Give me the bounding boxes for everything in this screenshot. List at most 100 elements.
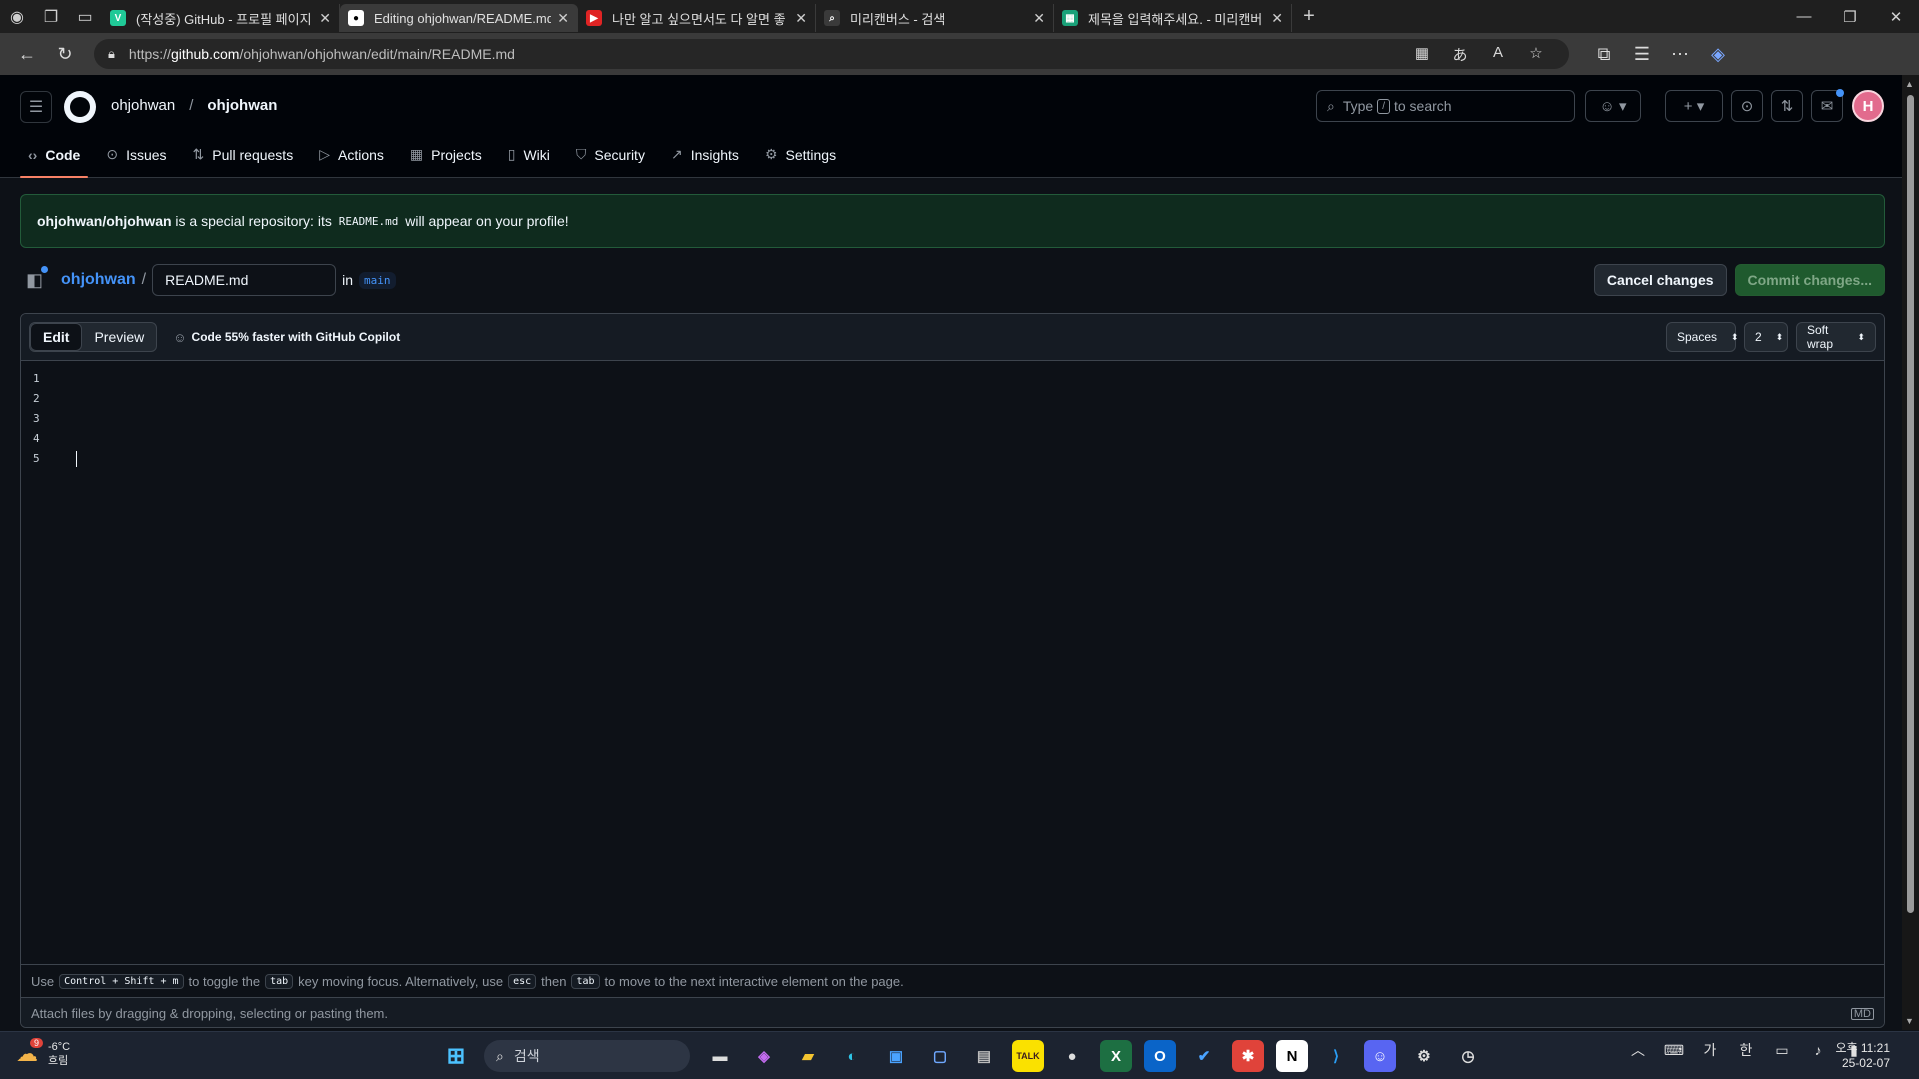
line-number: 1 xyxy=(33,372,40,385)
copilot-promo-link[interactable]: ☺ Code 55% faster with GitHub Copilot xyxy=(173,330,400,345)
wrap-mode-select[interactable]: Soft wrap ⬍ xyxy=(1796,322,1876,352)
app-icon-gray[interactable]: ▤ xyxy=(968,1040,1000,1072)
browser-tab[interactable]: ⌕ 미리캔버스 - 검색 ✕ xyxy=(816,4,1054,32)
tab-pull-requests[interactable]: ⇅ Pull requests xyxy=(185,131,302,178)
alien-app-icon[interactable]: ● xyxy=(1056,1040,1088,1072)
more-menu-icon[interactable]: ⋯ xyxy=(1661,44,1699,65)
profile-icon[interactable]: ◉ xyxy=(0,0,34,33)
code-editor: Edit Preview ☺ Code 55% faster with GitH… xyxy=(20,313,1885,1028)
search-input[interactable]: ⌕ Type / to search xyxy=(1316,90,1575,122)
tab-close-icon[interactable]: ✕ xyxy=(1033,10,1045,27)
browser-tab[interactable]: ▶ 나만 알고 싶으면서도 다 알면 좋 ✕ xyxy=(578,4,816,32)
store-icon[interactable]: ▣ xyxy=(880,1040,912,1072)
start-icon[interactable]: ⊞ xyxy=(440,1040,472,1072)
app-icon-blue[interactable]: ▢ xyxy=(924,1040,956,1072)
create-new-button[interactable]: + ▾ xyxy=(1665,90,1723,122)
cancel-changes-button[interactable]: Cancel changes xyxy=(1593,264,1727,296)
tab-settings[interactable]: ⚙ Settings xyxy=(757,131,844,178)
indent-size-select[interactable]: 2 ⬍ xyxy=(1744,322,1788,352)
tab-issues[interactable]: ⊙ Issues xyxy=(98,131,174,178)
owner-link[interactable]: ohjohwan xyxy=(111,97,175,114)
path-owner-link[interactable]: ohjohwan xyxy=(61,271,136,289)
file-tree-toggle-icon[interactable]: ◧ xyxy=(26,265,49,291)
hamburger-menu-icon[interactable]: ☰ xyxy=(20,91,52,123)
copilot-dropdown-button[interactable]: ☺ ▾ xyxy=(1585,90,1641,122)
vscode-icon[interactable]: ⟩ xyxy=(1320,1040,1352,1072)
task-view-icon[interactable]: ▬ xyxy=(704,1040,736,1072)
file-explorer-icon[interactable]: ▰ xyxy=(792,1040,824,1072)
new-tab-button[interactable]: + xyxy=(1292,0,1326,33)
weather-widget[interactable]: ☁ 9 -6°C 흐림 xyxy=(16,1038,70,1068)
excel-icon[interactable]: X xyxy=(1100,1040,1132,1072)
favorites-icon[interactable]: ☰ xyxy=(1623,44,1661,65)
browser-tab[interactable]: V (작성중) GitHub - 프로필 페이지 ✕ xyxy=(102,4,340,32)
tab-close-icon[interactable]: ✕ xyxy=(319,10,331,27)
steam-icon[interactable]: ⚙ xyxy=(1408,1040,1440,1072)
extensions-icon[interactable]: ⧉ xyxy=(1585,44,1623,65)
refresh-icon[interactable]: ↻ xyxy=(46,44,84,65)
actions-icon: ▷ xyxy=(319,146,330,162)
outlook-icon[interactable]: O xyxy=(1144,1040,1176,1072)
tab-actions-icon[interactable]: ▭ xyxy=(68,0,102,33)
app-icon-red[interactable]: ✱ xyxy=(1232,1040,1264,1072)
notion-icon[interactable]: N xyxy=(1276,1040,1308,1072)
taskbar-clock[interactable]: 오후 11:21 25-02-07 xyxy=(1830,1041,1890,1071)
pull-requests-icon[interactable]: ⇅ xyxy=(1771,90,1803,122)
edge-icon[interactable]: ◐ xyxy=(836,1040,868,1072)
copilot-icon[interactable]: ◈ xyxy=(1699,44,1737,65)
tab-edit[interactable]: Edit xyxy=(30,323,83,351)
filename-input[interactable] xyxy=(152,264,337,296)
indent-mode-select[interactable]: Spaces ⬍ xyxy=(1666,322,1739,352)
tab-label: (작성중) GitHub - 프로필 페이지 xyxy=(136,11,312,27)
repo-link[interactable]: ohjohwan xyxy=(207,97,277,114)
tab-code[interactable]: ‹› Code xyxy=(20,131,89,178)
kakaotalk-icon[interactable]: TALK xyxy=(1012,1040,1044,1072)
clock-app-icon[interactable]: ◷ xyxy=(1452,1040,1484,1072)
keyboard-icon[interactable]: ⌨ xyxy=(1656,1042,1692,1059)
back-icon[interactable]: ← xyxy=(8,44,46,65)
tab-close-icon[interactable]: ✕ xyxy=(795,10,807,27)
minimize-icon[interactable]: — xyxy=(1781,8,1827,26)
avatar[interactable]: H xyxy=(1852,90,1884,122)
copilot-app-icon[interactable]: ◈ xyxy=(748,1040,780,1072)
tab-wiki[interactable]: ▯ Wiki xyxy=(500,131,558,178)
address-bar: ← ↻ 🔒︎ https://github.com/ohjohwan/ohjoh… xyxy=(0,33,1919,75)
close-window-icon[interactable]: ✕ xyxy=(1873,8,1919,26)
page-scrollbar[interactable]: ▲ ▼ xyxy=(1902,75,1919,1030)
tab-label: 미리캔버스 - 검색 xyxy=(850,11,946,27)
settings-icon: ⚙ xyxy=(764,146,778,162)
browser-tab[interactable]: ● Editing ohjohwan/README.md at ✕ xyxy=(340,4,578,32)
commit-changes-button[interactable]: Commit changes... xyxy=(1734,264,1885,296)
code-textarea[interactable]: 1 2 3 4 5 xyxy=(21,361,1884,964)
issues-icon[interactable]: ⊙ xyxy=(1731,90,1763,122)
scroll-up-icon[interactable]: ▲ xyxy=(1905,79,1914,89)
github-logo-icon[interactable] xyxy=(64,91,96,123)
scroll-down-icon[interactable]: ▼ xyxy=(1905,1016,1914,1026)
tray-expand-icon[interactable]: ︿ xyxy=(1620,1040,1656,1060)
tab-security[interactable]: ⛉ Security xyxy=(568,131,653,178)
lock-icon[interactable]: 🔒︎ xyxy=(108,46,115,62)
tab-preview[interactable]: Preview xyxy=(82,323,156,351)
tab-close-icon[interactable]: ✕ xyxy=(557,10,569,27)
tab-insights[interactable]: ↗ Insights xyxy=(663,131,747,178)
select-arrows-icon: ⬍ xyxy=(1775,331,1784,342)
favorite-star-icon[interactable]: ☆ xyxy=(1517,44,1555,65)
discord-icon[interactable]: ☺ xyxy=(1364,1040,1396,1072)
todo-icon[interactable]: ✔ xyxy=(1188,1040,1220,1072)
url-field[interactable]: 🔒︎ https://github.com/ohjohwan/ohjohwan/… xyxy=(94,39,1569,69)
tab-favicon-icon: ● xyxy=(348,10,364,26)
tab-close-icon[interactable]: ✕ xyxy=(1271,10,1283,27)
read-aloud-icon[interactable]: A xyxy=(1479,44,1517,65)
network-icon[interactable]: ▭ xyxy=(1764,1042,1800,1059)
app-available-icon[interactable]: ▦ xyxy=(1403,44,1441,65)
tab-projects[interactable]: ▦ Projects xyxy=(402,131,490,178)
scrollbar-thumb[interactable] xyxy=(1907,95,1914,913)
workspaces-icon[interactable]: ❐ xyxy=(34,0,68,33)
attach-files-bar[interactable]: Attach files by dragging & dropping, sel… xyxy=(21,997,1884,1027)
tab-actions[interactable]: ▷ Actions xyxy=(311,131,392,178)
restore-icon[interactable]: ❐ xyxy=(1827,8,1873,26)
edit-preview-toggle: Edit Preview xyxy=(29,322,158,352)
browser-tab[interactable]: ▦ 제목을 입력해주세요. - 미리캔버 ✕ xyxy=(1054,4,1292,32)
translate-icon[interactable]: あ xyxy=(1441,44,1479,65)
taskbar-search-input[interactable]: ⌕ 검색 xyxy=(484,1040,690,1072)
